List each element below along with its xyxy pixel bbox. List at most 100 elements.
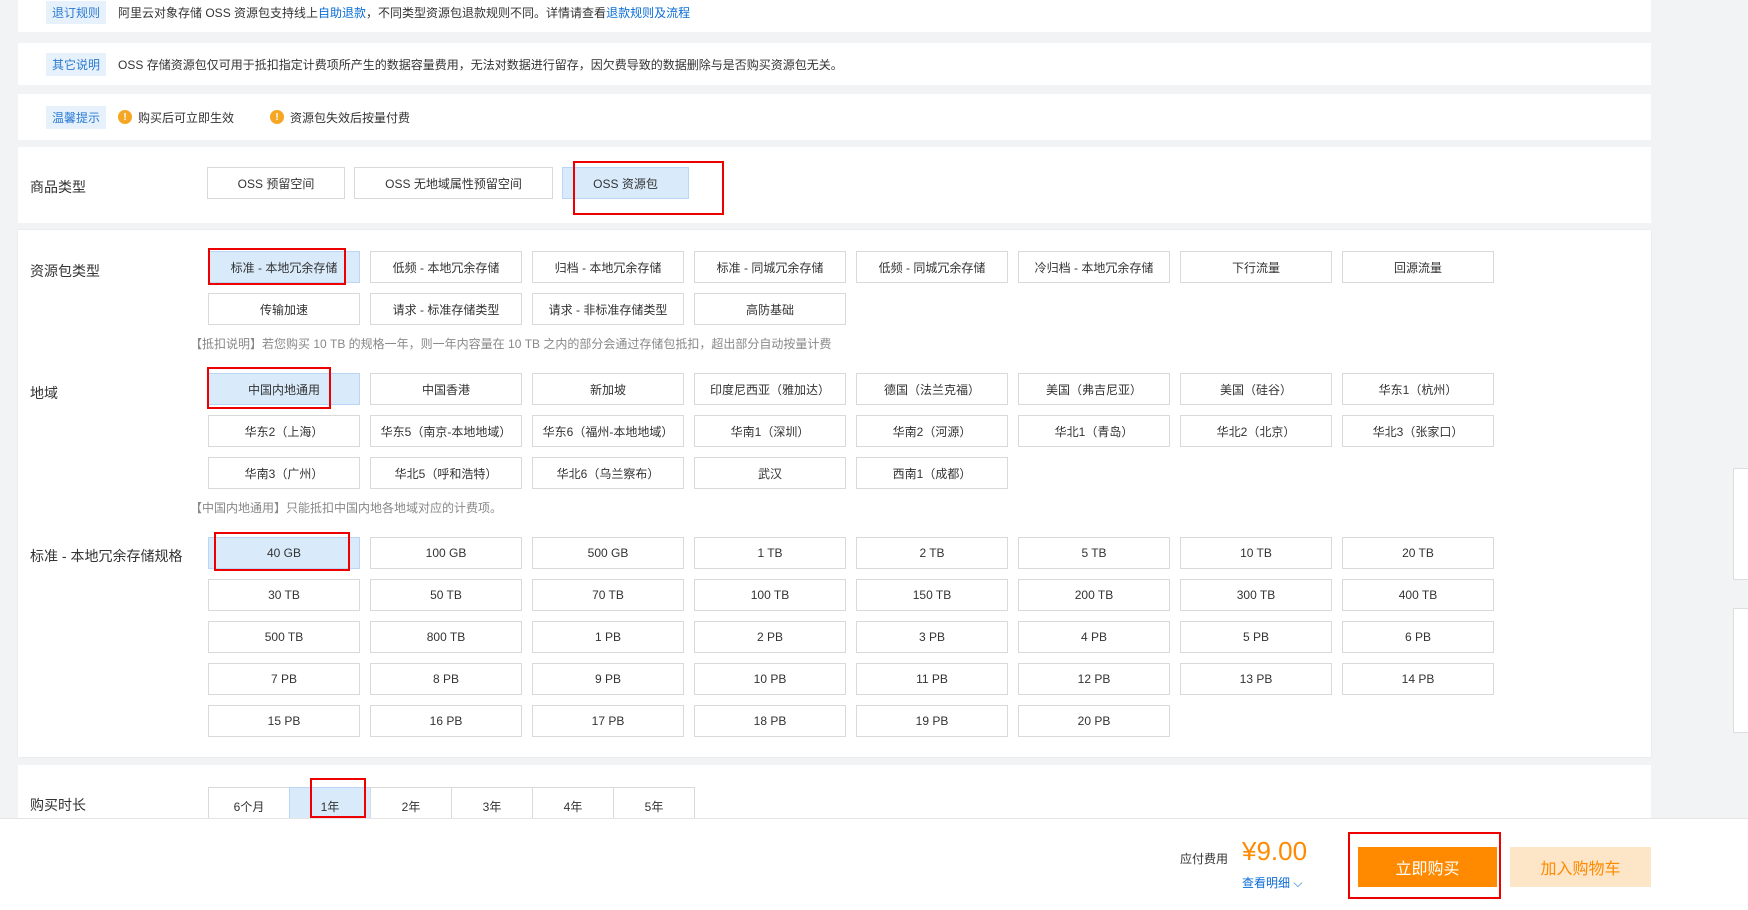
info-icon: !: [118, 110, 133, 124]
spec-option[interactable]: 10 TB: [1180, 537, 1332, 569]
spec-option[interactable]: 500 TB: [208, 621, 360, 653]
package-type-option[interactable]: 高防基础: [694, 293, 846, 325]
region-option[interactable]: 西南1（成都）: [856, 457, 1008, 489]
spec-option[interactable]: 8 PB: [370, 663, 522, 695]
region-option[interactable]: 华南1（深圳）: [694, 415, 846, 447]
self-refund-link[interactable]: 自助退款: [318, 4, 366, 21]
duration-label: 购买时长: [30, 797, 86, 813]
region-option[interactable]: 华东5（南京-本地地域）: [370, 415, 522, 447]
region-option[interactable]: 新加坡: [532, 373, 684, 405]
spec-option[interactable]: 7 PB: [208, 663, 360, 695]
package-type-option[interactable]: 标准 - 本地冗余存储: [208, 251, 360, 283]
spec-option[interactable]: 17 PB: [532, 705, 684, 737]
refund-tag: 退订规则: [46, 0, 107, 24]
spec-option[interactable]: 18 PB: [694, 705, 846, 737]
spec-option[interactable]: 14 PB: [1342, 663, 1494, 695]
product-option-reserved[interactable]: OSS 预留空间: [207, 167, 345, 199]
spec-option[interactable]: 15 PB: [208, 705, 360, 737]
region-option[interactable]: 武汉: [694, 457, 846, 489]
package-type-option[interactable]: 传输加速: [208, 293, 360, 325]
spec-option[interactable]: 1 TB: [694, 537, 846, 569]
region-note: 【中国内地通用】只能抵扣中国内地各地域对应的计费项。: [190, 501, 503, 515]
spec-option[interactable]: 70 TB: [532, 579, 684, 611]
region-option[interactable]: 华东2（上海）: [208, 415, 360, 447]
spec-option[interactable]: 1 PB: [532, 621, 684, 653]
spec-option[interactable]: 150 TB: [856, 579, 1008, 611]
add-to-cart-button[interactable]: 加入购物车: [1510, 847, 1651, 887]
region-option[interactable]: 美国（弗吉尼亚）: [1018, 373, 1170, 405]
refund-text-b: ，不同类型资源包退款规则不同。详情请查看: [366, 5, 607, 20]
spec-option[interactable]: 20 PB: [1018, 705, 1170, 737]
spec-option[interactable]: 10 PB: [694, 663, 846, 695]
other-tag: 其它说明: [46, 52, 107, 76]
spec-option[interactable]: 800 TB: [370, 621, 522, 653]
spec-option[interactable]: 4 PB: [1018, 621, 1170, 653]
buy-now-button[interactable]: 立即购买: [1358, 847, 1497, 887]
refund-rules-link[interactable]: 退款规则及流程: [606, 4, 690, 21]
package-type-option[interactable]: 归档 - 本地冗余存储: [532, 251, 684, 283]
spec-option[interactable]: 200 TB: [1018, 579, 1170, 611]
package-type-option[interactable]: 标准 - 同城冗余存储: [694, 251, 846, 283]
package-type-option[interactable]: 低频 - 本地冗余存储: [370, 251, 522, 283]
spec-option[interactable]: 13 PB: [1180, 663, 1332, 695]
region-option[interactable]: 中国香港: [370, 373, 522, 405]
spec-option[interactable]: 2 PB: [694, 621, 846, 653]
side-widget[interactable]: [1733, 608, 1748, 733]
tip-item: ! 资源包失效后按量付费: [270, 109, 410, 126]
spec-option[interactable]: 300 TB: [1180, 579, 1332, 611]
region-option[interactable]: 中国内地通用: [208, 373, 360, 405]
spec-option[interactable]: 2 TB: [856, 537, 1008, 569]
region-option[interactable]: 华东1（杭州）: [1342, 373, 1494, 405]
region-option[interactable]: 美国（硅谷）: [1180, 373, 1332, 405]
package-type-option[interactable]: 下行流量: [1180, 251, 1332, 283]
region-option[interactable]: 华北3（张家口）: [1342, 415, 1494, 447]
spec-option[interactable]: 16 PB: [370, 705, 522, 737]
other-notice: 其它说明 OSS 存储资源包仅可用于抵扣指定计费项所产生的数据容量费用，无法对数…: [18, 43, 1651, 85]
spec-option[interactable]: 11 PB: [856, 663, 1008, 695]
region-option[interactable]: 印度尼西亚（雅加达）: [694, 373, 846, 405]
spec-option[interactable]: 50 TB: [370, 579, 522, 611]
price: ¥9.00: [1242, 836, 1308, 866]
other-text: OSS 存储资源包仅可用于抵扣指定计费项所产生的数据容量费用，无法对数据进行留存…: [118, 57, 843, 72]
spec-option[interactable]: 9 PB: [532, 663, 684, 695]
product-option-resource-pack[interactable]: OSS 资源包: [562, 167, 689, 199]
spec-option[interactable]: 100 TB: [694, 579, 846, 611]
view-detail-link[interactable]: 查看明细 ⌵: [1242, 874, 1302, 891]
spec-option[interactable]: 5 PB: [1180, 621, 1332, 653]
spec-option[interactable]: 20 TB: [1342, 537, 1494, 569]
tips-tag: 温馨提示: [46, 105, 107, 129]
package-type-option[interactable]: 低频 - 同城冗余存储: [856, 251, 1008, 283]
region-option[interactable]: 华南3（广州）: [208, 457, 360, 489]
package-note: 【抵扣说明】若您购买 10 TB 的规格一年，则一年内容量在 10 TB 之内的…: [190, 337, 832, 351]
region-option[interactable]: 华北1（青岛）: [1018, 415, 1170, 447]
product-type-label: 商品类型: [30, 179, 86, 195]
package-type-option[interactable]: 请求 - 非标准存储类型: [532, 293, 684, 325]
side-widget[interactable]: [1733, 468, 1748, 580]
spec-option[interactable]: 19 PB: [856, 705, 1008, 737]
region-option[interactable]: 华南2（河源）: [856, 415, 1008, 447]
refund-text-a: 阿里云对象存储 OSS 资源包支持线上: [118, 5, 319, 20]
region-option[interactable]: 华北2（北京）: [1180, 415, 1332, 447]
package-type-option[interactable]: 请求 - 标准存储类型: [370, 293, 522, 325]
spec-option[interactable]: 5 TB: [1018, 537, 1170, 569]
spec-option[interactable]: 30 TB: [208, 579, 360, 611]
product-option-global-reserved[interactable]: OSS 无地域属性预留空间: [354, 167, 553, 199]
package-type-option[interactable]: 回源流量: [1342, 251, 1494, 283]
spec-option[interactable]: 12 PB: [1018, 663, 1170, 695]
spec-option[interactable]: 40 GB: [208, 537, 360, 569]
spec-option[interactable]: 500 GB: [532, 537, 684, 569]
spec-option[interactable]: 400 TB: [1342, 579, 1494, 611]
package-type-option[interactable]: 冷归档 - 本地冗余存储: [1018, 251, 1170, 283]
region-label: 地域: [30, 385, 58, 401]
region-option[interactable]: 华北5（呼和浩特）: [370, 457, 522, 489]
package-type-label: 资源包类型: [30, 263, 100, 279]
tip-item: ! 购买后可立即生效: [118, 109, 234, 126]
region-option[interactable]: 华北6（乌兰察布）: [532, 457, 684, 489]
spec-option[interactable]: 100 GB: [370, 537, 522, 569]
tips-notice: 温馨提示 ! 购买后可立即生效 ! 资源包失效后按量付费: [18, 94, 1651, 140]
region-option[interactable]: 华东6（福州-本地地域）: [532, 415, 684, 447]
spec-option[interactable]: 6 PB: [1342, 621, 1494, 653]
spec-label: 标准 - 本地冗余存储规格: [30, 548, 183, 564]
region-option[interactable]: 德国（法兰克福）: [856, 373, 1008, 405]
spec-option[interactable]: 3 PB: [856, 621, 1008, 653]
